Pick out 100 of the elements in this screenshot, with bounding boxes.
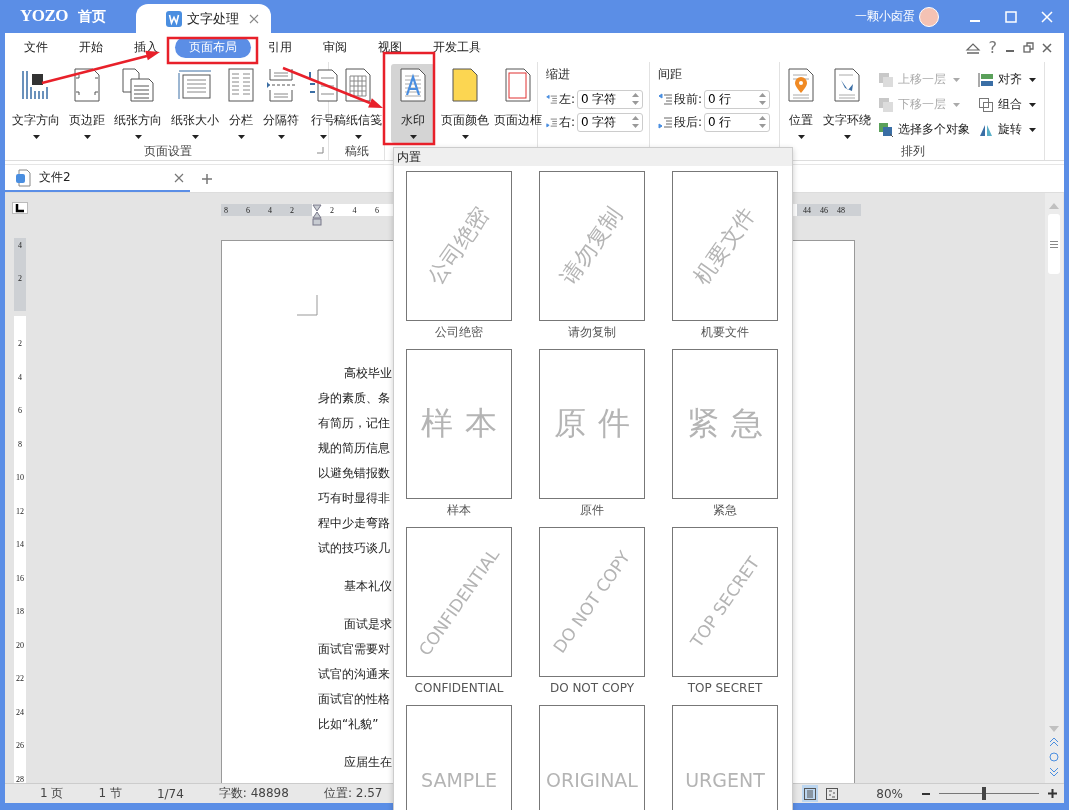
ruler-number: 28 xyxy=(16,773,24,783)
restore-icon[interactable] xyxy=(1023,42,1034,53)
ruler-number: 2 xyxy=(290,205,295,215)
page-color-button[interactable]: 页面颜色 xyxy=(440,64,490,143)
page-break-button[interactable]: 分隔符 xyxy=(262,64,300,143)
zoom-slider-thumb[interactable] xyxy=(982,787,986,800)
columns-button[interactable]: 分栏 xyxy=(227,64,255,143)
menu-tab[interactable]: 开始 xyxy=(65,37,117,58)
group-title: 缩进 xyxy=(546,66,571,83)
text-direction-button[interactable]: 文字方向 xyxy=(11,64,61,143)
menu-tab[interactable]: 开发工具 xyxy=(419,37,495,58)
watermark-label: CONFIDENTIAL xyxy=(414,680,504,697)
spinner-arrows-icon[interactable] xyxy=(632,92,639,106)
group-title: 间距 xyxy=(658,66,683,83)
spinner-arrows-icon[interactable] xyxy=(759,115,767,129)
document-text-line: 基本礼仪 xyxy=(344,578,392,595)
group-button[interactable]: 组合 xyxy=(978,92,1040,117)
spin-field[interactable]: 0 字符 xyxy=(577,90,643,109)
close-icon[interactable] xyxy=(249,13,260,24)
document-text-line: 规的简历信息 xyxy=(318,440,390,457)
status-text: 位置: 2.57 xyxy=(323,785,383,802)
rotate-button[interactable]: 旋转 xyxy=(978,117,1040,142)
avatar[interactable] xyxy=(919,6,939,27)
ruler-number: 4 xyxy=(268,205,273,215)
app-tab[interactable]: 文字处理 xyxy=(136,4,272,33)
page-view-button[interactable] xyxy=(802,785,819,802)
ruler-number: 6 xyxy=(18,405,22,416)
document-text-line: 有简历，记住 xyxy=(318,415,390,432)
scrollbar-thumb[interactable] xyxy=(1048,214,1060,274)
document-text-line: 程中少走弯路 xyxy=(318,515,390,532)
ruler-number: 48 xyxy=(837,205,846,215)
page-color-icon xyxy=(451,68,479,102)
grid-paper-button[interactable]: 稿纸信笺 xyxy=(333,64,383,143)
menu-tab[interactable]: 引用 xyxy=(254,37,306,58)
select-objects-icon xyxy=(878,121,894,138)
ruler-number: 46 xyxy=(820,205,829,215)
line-spacing-icon xyxy=(658,115,672,130)
columns-icon xyxy=(228,68,254,102)
watermark-button[interactable]: 水印 xyxy=(391,64,435,143)
close-icon[interactable] xyxy=(1042,42,1052,53)
document-app-icon xyxy=(166,10,183,27)
spin-field[interactable]: 0 行 xyxy=(704,113,771,132)
layers-icon xyxy=(878,71,894,88)
watermark-label: 原件 xyxy=(580,502,604,519)
status-text: 字数: 48898 xyxy=(218,785,289,802)
ruler-number: 22 xyxy=(16,673,24,684)
tab-stop-selector[interactable] xyxy=(12,202,28,214)
text-wrap-button[interactable]: 文字环绕 xyxy=(822,64,872,143)
status-text: 1/74 xyxy=(156,786,184,801)
ruler-number: 6 xyxy=(246,205,251,215)
zoom-in-icon[interactable] xyxy=(1047,788,1058,799)
watermark-icon xyxy=(399,68,427,102)
ruler-number: 4 xyxy=(18,371,22,383)
group-label: 页面设置 xyxy=(143,144,192,158)
next-page-icon[interactable] xyxy=(1049,767,1059,777)
select-objects-button[interactable]: 选择多个对象 xyxy=(878,117,978,142)
menu-tab[interactable]: 文件 xyxy=(10,37,62,58)
align-button[interactable]: 对齐 xyxy=(978,67,1040,92)
location-pin-icon xyxy=(787,68,815,102)
watermark-label: DO NOT COPY xyxy=(549,680,635,697)
watermark-label: 样本 xyxy=(447,502,471,519)
paper-orientation-button[interactable]: 纸张方向 xyxy=(113,64,163,143)
spinner-arrows-icon[interactable] xyxy=(759,92,767,106)
ruler-number: 6 xyxy=(375,205,380,215)
position-button[interactable]: 位置 xyxy=(786,64,816,143)
web-view-button[interactable] xyxy=(824,785,841,802)
vertical-scrollbar[interactable] xyxy=(1045,193,1063,783)
spin-field[interactable]: 0 字符 xyxy=(577,113,643,132)
spin-field[interactable]: 0 行 xyxy=(704,90,771,109)
document-text-line: 试官的沟通来 xyxy=(318,666,390,683)
document-text-line: 面试官的性格 xyxy=(318,691,390,708)
browse-object-icon[interactable] xyxy=(1049,752,1059,762)
ruler-number: 2 xyxy=(330,205,335,215)
dialog-launcher-icon[interactable] xyxy=(317,147,324,154)
field-label: 段后: xyxy=(674,114,703,131)
menu-tab[interactable]: 视图 xyxy=(364,37,416,58)
page-border-button[interactable]: 页面边框 xyxy=(493,64,543,143)
help-button[interactable]: ? xyxy=(988,38,997,57)
new-tab-icon[interactable] xyxy=(202,173,212,184)
watermark-label: 公司绝密 xyxy=(435,324,483,341)
previous-page-icon[interactable] xyxy=(1049,737,1059,747)
grid-paper-icon xyxy=(344,68,372,102)
paper-orientation-icon xyxy=(122,68,154,102)
spinner-arrows-icon[interactable] xyxy=(632,115,639,129)
close-icon[interactable] xyxy=(174,172,184,183)
ruler-number: 4 xyxy=(18,240,22,251)
margin-corner-mark xyxy=(297,295,318,316)
group-icon xyxy=(978,96,994,113)
ruler-number: 8 xyxy=(18,438,22,450)
document-text-line: 高校毕业 xyxy=(344,365,392,382)
ruler-number: 44 xyxy=(803,205,812,215)
indent-icon xyxy=(546,115,557,130)
menu-tab[interactable]: 审阅 xyxy=(309,37,361,58)
document-text-line: 面试是求 xyxy=(344,616,392,633)
align-icon xyxy=(978,71,994,88)
ruler-number: 14 xyxy=(16,539,24,550)
indent-marker-icon[interactable] xyxy=(312,204,322,226)
page-margins-button[interactable]: 页边距 xyxy=(68,64,106,143)
paper-size-button[interactable]: 纸张大小 xyxy=(170,64,220,143)
maximize-icon[interactable] xyxy=(1005,10,1017,23)
